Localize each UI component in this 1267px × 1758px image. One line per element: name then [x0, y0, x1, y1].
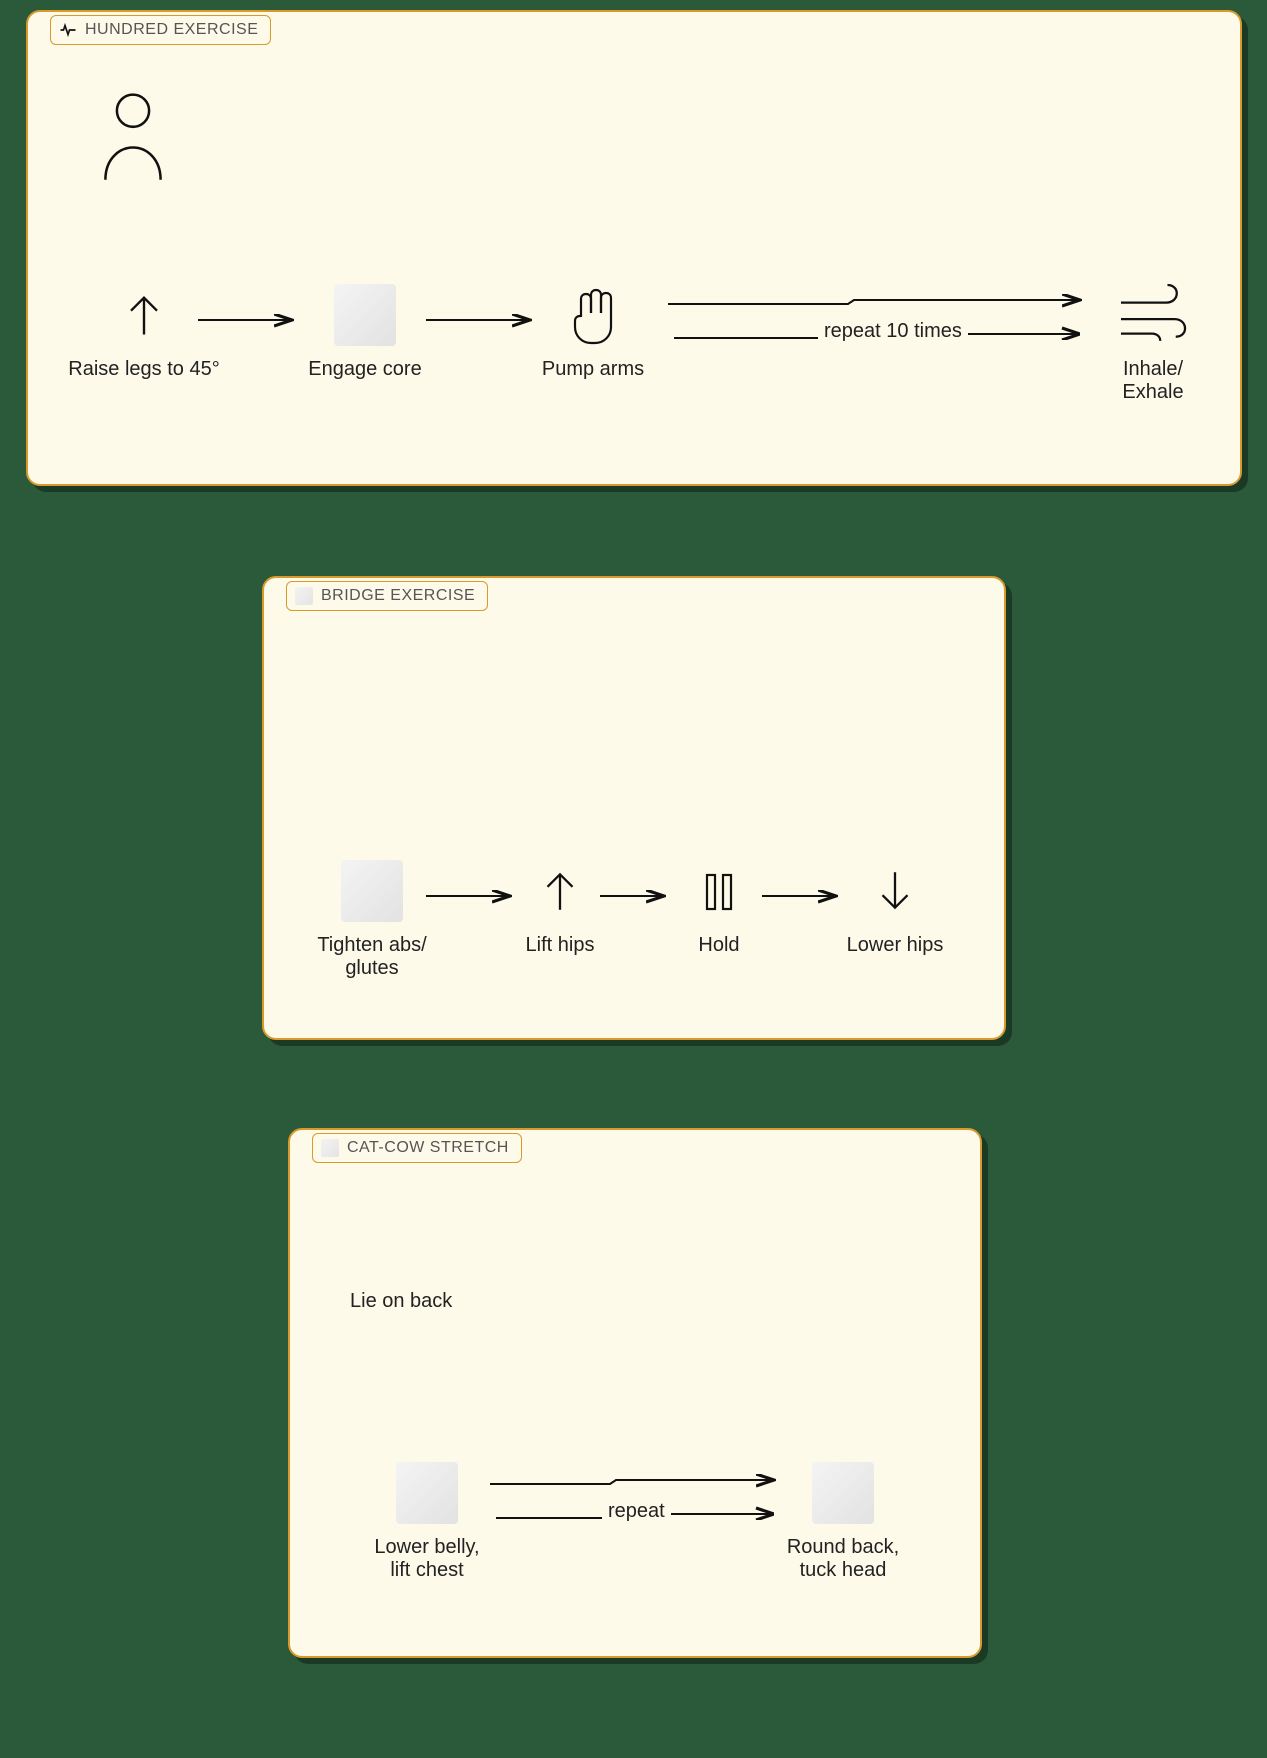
bidirectional-arrow: repeat [490, 1470, 780, 1535]
step-label: Raise legs to 45° [64, 358, 224, 381]
arrow-up-icon [118, 289, 170, 341]
step-pump-arms: Pump arms [518, 282, 668, 381]
arrow-up-icon [535, 866, 585, 916]
step-lower-hips: Lower hips [820, 858, 970, 957]
step-label: Engage core [290, 358, 440, 381]
step-label: Pump arms [518, 358, 668, 381]
repeat-label: repeat 10 times [818, 320, 968, 343]
placeholder-icon [396, 1462, 458, 1524]
placeholder-icon [334, 284, 396, 346]
repeat-label: repeat [602, 1500, 671, 1523]
step-hold: Hold [664, 858, 774, 957]
pulse-icon [59, 21, 77, 39]
card-cat-cow-stretch: CAT-COW STRETCH Lie on back Lower belly,… [288, 1128, 982, 1658]
step-label: Lift hips [500, 934, 620, 957]
arrow [198, 310, 298, 335]
card-title-text: HUNDRED EXERCISE [85, 21, 258, 39]
person-icon [98, 90, 168, 187]
placeholder-icon [321, 1139, 339, 1157]
card-title-text: CAT-COW STRETCH [347, 1139, 509, 1157]
note-text: Lie on back [350, 1290, 452, 1313]
step-label: Hold [664, 934, 774, 957]
card-hundred-exercise: HUNDRED EXERCISE Raise legs to 45° E [26, 10, 1242, 486]
card-title-text: BRIDGE EXERCISE [321, 587, 475, 605]
step-label: Round back, tuck head [758, 1536, 928, 1582]
placeholder-icon [341, 860, 403, 922]
card-title: HUNDRED EXERCISE [50, 15, 271, 45]
bidirectional-arrow: repeat 10 times [668, 290, 1088, 355]
arrow [600, 886, 670, 911]
placeholder-icon [812, 1462, 874, 1524]
step-label: Inhale/ Exhale [1088, 358, 1218, 404]
arrow [426, 310, 536, 335]
step-label: Lower hips [820, 934, 970, 957]
card-bridge-exercise: BRIDGE EXERCISE Tighten abs/ glutes Lift… [262, 576, 1006, 1040]
step-tighten-abs: Tighten abs/ glutes [292, 858, 452, 980]
arrow [426, 886, 516, 911]
step-inhale-exhale: Inhale/ Exhale [1088, 282, 1218, 404]
wind-icon [1116, 284, 1190, 346]
step-lower-belly: Lower belly, lift chest [342, 1460, 512, 1582]
card-title: CAT-COW STRETCH [312, 1133, 522, 1163]
step-engage-core: Engage core [290, 282, 440, 381]
step-label: Lower belly, lift chest [342, 1536, 512, 1582]
arrow [762, 886, 842, 911]
card-title: BRIDGE EXERCISE [286, 581, 488, 611]
hand-icon [561, 283, 625, 347]
placeholder-icon [295, 587, 313, 605]
step-round-back: Round back, tuck head [758, 1460, 928, 1582]
pause-icon [695, 867, 743, 915]
arrow-down-icon [870, 866, 920, 916]
step-label: Tighten abs/ glutes [292, 934, 452, 980]
